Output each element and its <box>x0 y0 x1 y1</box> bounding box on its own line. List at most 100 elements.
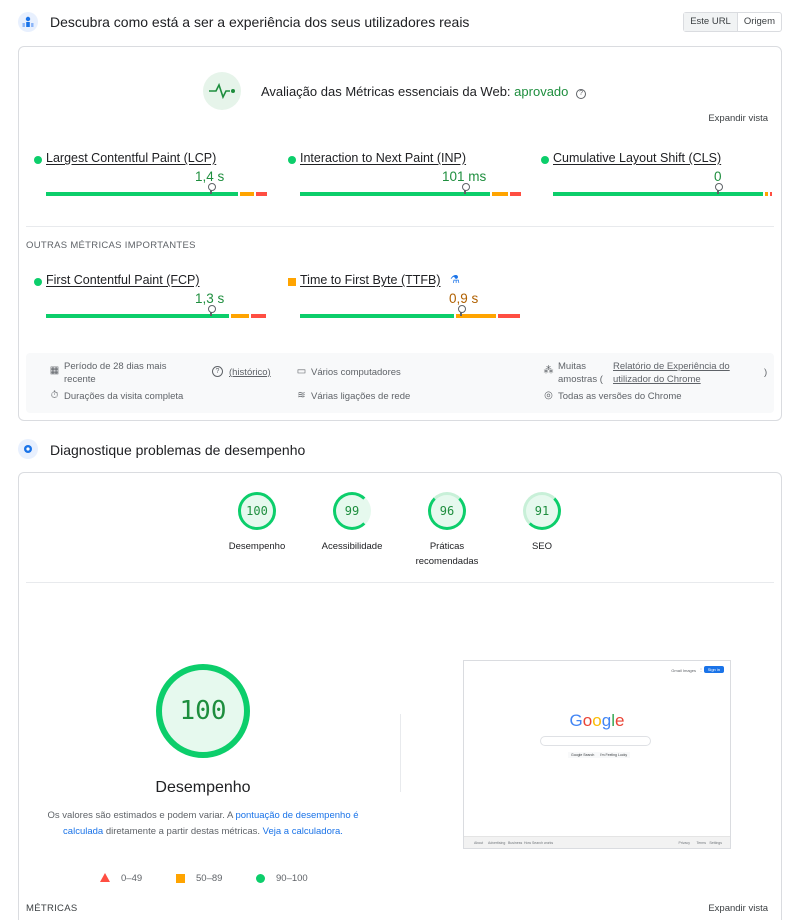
metric-fcp-name[interactable]: First Contentful Paint (FCP) <box>46 273 200 287</box>
shot-footer-settings: Settings <box>709 841 722 845</box>
big-performance-label: Desempenho <box>155 779 251 796</box>
calendar-icon: ▦ <box>49 365 60 376</box>
devices-icon: ▭ <box>296 366 307 377</box>
shot-footer-about: About <box>474 841 484 845</box>
distribution-bar <box>300 314 522 318</box>
metric-fcp-value: 1,3 s <box>195 291 225 306</box>
metrics-expand-link[interactable]: Expandir vista <box>708 903 768 914</box>
shot-lucky-button: I'm Feeling Lucky <box>597 752 631 758</box>
distribution-bar <box>553 192 774 196</box>
wifi-icon: ≋ <box>297 390 306 401</box>
shot-search-box <box>540 736 651 746</box>
vertical-divider <box>400 714 401 792</box>
network-text: Várias ligações de rede <box>311 391 411 402</box>
vitals-pulse-icon <box>203 72 241 110</box>
percentile-marker <box>458 305 466 316</box>
devices-text: Vários computadores <box>311 367 401 378</box>
lighthouse-icon <box>18 439 38 459</box>
crux-report-link[interactable]: Relatório de Experiência do utilizador d… <box>613 360 753 386</box>
big-performance-gauge: 100 <box>156 664 250 758</box>
shot-google-logo: Google <box>569 711 625 730</box>
shot-gmail-link: Gmail <box>671 668 682 673</box>
timer-icon: ⏱ <box>50 390 59 401</box>
assessment-status: aprovado <box>514 84 569 99</box>
experimental-flask-icon: ⚗ <box>450 274 460 286</box>
shot-apps-icon: ⋮ <box>699 667 703 672</box>
samples-prefix: Muitas amostras ( <box>558 361 603 385</box>
shot-footer-terms: Terms <box>696 841 706 845</box>
shot-search-button: Google Search <box>568 752 598 758</box>
expand-view-link[interactable]: Expandir vista <box>708 113 768 124</box>
score-label-seo: SEO <box>531 541 553 552</box>
history-icon: ? <box>212 366 223 377</box>
help-icon[interactable]: ? <box>576 89 587 99</box>
status-good-dot <box>34 156 42 164</box>
score-label-accessibility: Acessibilidade <box>321 541 383 552</box>
score-gauge-performance[interactable]: 100 <box>238 492 276 530</box>
crux-section-title: Descubra como está a ser a experiência d… <box>50 14 470 30</box>
shot-footer-privacy: Privacy <box>678 841 690 845</box>
legend-pass-circle-icon <box>256 874 265 883</box>
metric-cls-value: 0 <box>714 169 722 184</box>
history-link[interactable]: (histórico) <box>229 366 271 379</box>
other-metrics-heading: OUTRAS MÉTRICAS IMPORTANTES <box>26 240 196 251</box>
score-note: Os valores são estimados e podem variar.… <box>44 808 362 840</box>
crux-people-icon <box>18 12 38 32</box>
tab-this-url[interactable]: Este URL <box>684 13 738 31</box>
duration-text: Durações da visita completa <box>64 391 184 402</box>
url-origin-toggle: Este URL Origem <box>683 12 782 32</box>
percentile-marker <box>208 183 216 194</box>
status-good-dot <box>288 156 296 164</box>
metric-inp-value: 101 ms <box>442 169 487 184</box>
note-text-1: Os valores são estimados e podem variar.… <box>47 810 233 821</box>
tab-origin[interactable]: Origem <box>738 13 781 31</box>
legend-average-range: 50–89 <box>196 873 223 884</box>
divider <box>26 582 774 583</box>
metrics-heading: MÉTRICAS <box>26 903 78 914</box>
crux-info-box: ▦ Período de 28 dias mais recente ? (his… <box>26 353 774 413</box>
legend-fail-triangle-icon <box>100 873 110 882</box>
distribution-bar <box>46 192 269 196</box>
metric-ttfb-value: 0,9 s <box>449 291 479 306</box>
distribution-bar <box>46 314 268 318</box>
status-good-dot <box>541 156 549 164</box>
shot-footer-advertising: Advertising <box>488 841 506 845</box>
legend-average-square-icon <box>176 874 185 883</box>
legend-fail-range: 0–49 <box>121 873 143 884</box>
score-label-best-practices: Práticas recomendadas <box>415 541 479 567</box>
chrome-text: Todas as versões do Chrome <box>558 391 682 402</box>
assessment-line: Avaliação das Métricas essenciais da Web… <box>261 84 587 99</box>
distribution-bar <box>300 192 523 196</box>
legend-pass-range: 90–100 <box>276 873 308 884</box>
metric-inp-name[interactable]: Interaction to Next Paint (INP) <box>300 151 466 165</box>
note-text-2: diretamente a partir destas métricas. <box>105 826 261 837</box>
percentile-marker <box>715 183 723 194</box>
final-screenshot: Gmail Images ⋮ Sign in Google Google Sea… <box>463 660 731 849</box>
diag-section-title: Diagnostique problemas de desempenho <box>50 442 306 458</box>
metric-lcp-name[interactable]: Largest Contentful Paint (LCP) <box>46 151 216 165</box>
percentile-marker <box>208 305 216 316</box>
score-gauge-accessibility[interactable]: 99 <box>333 492 371 530</box>
calculator-link[interactable]: Veja a calculadora. <box>263 826 343 837</box>
samples-suffix: ) <box>764 367 768 378</box>
shot-footer-business: Business <box>508 841 523 845</box>
period-text: Período de 28 dias mais recente <box>64 361 167 385</box>
metric-lcp-value: 1,4 s <box>195 169 225 184</box>
shot-signin-button: Sign in <box>703 666 724 673</box>
samples-icon: ⁂ <box>543 365 554 376</box>
shot-top-links: Gmail Images <box>671 668 696 673</box>
shot-footer-how-search: How Search works <box>524 841 554 845</box>
status-good-dot <box>34 278 42 286</box>
metric-ttfb-name[interactable]: Time to First Byte (TTFB) <box>300 273 441 287</box>
divider <box>26 226 774 227</box>
shot-footer: About Advertising Business How Search wo… <box>464 836 730 848</box>
score-gauge-best-practices[interactable]: 96 <box>428 492 466 530</box>
status-average-square <box>288 278 296 286</box>
assessment-prefix: Avaliação das Métricas essenciais da Web… <box>261 84 511 99</box>
score-label-performance: Desempenho <box>228 541 286 552</box>
chrome-icon: ◎ <box>544 390 553 401</box>
metric-cls-name[interactable]: Cumulative Layout Shift (CLS) <box>553 151 721 165</box>
shot-images-link: Images <box>682 668 696 673</box>
percentile-marker <box>462 183 470 194</box>
score-gauge-seo[interactable]: 91 <box>523 492 561 530</box>
